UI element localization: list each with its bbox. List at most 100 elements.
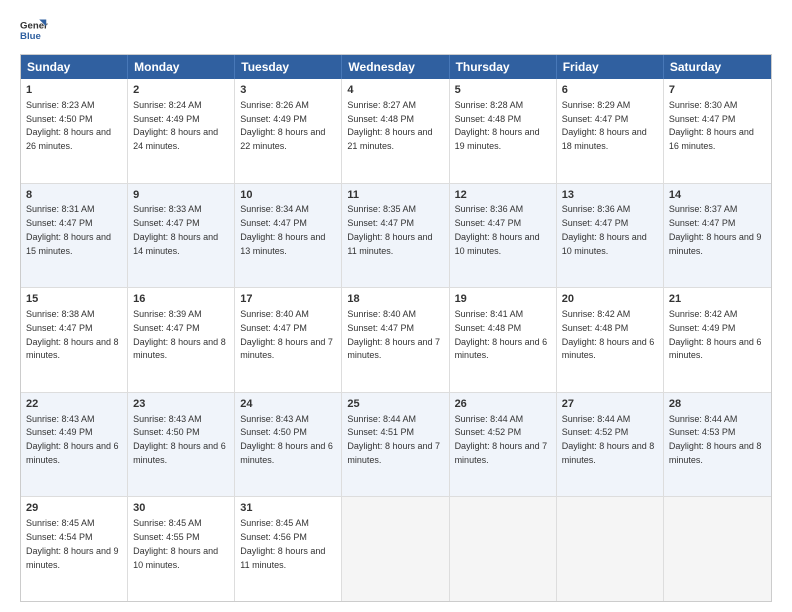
calendar-cell: 12Sunrise: 8:36 AMSunset: 4:47 PMDayligh… <box>450 184 557 288</box>
calendar-cell: 4 Sunrise: 8:27 AMSunset: 4:48 PMDaylight… <box>342 79 449 183</box>
day-number: 13 <box>562 188 658 203</box>
day-number: 2 <box>133 83 229 98</box>
cell-info: Sunrise: 8:35 AMSunset: 4:47 PMDaylight:… <box>347 204 432 255</box>
calendar-cell: 21Sunrise: 8:42 AMSunset: 4:49 PMDayligh… <box>664 288 771 392</box>
day-header: Friday <box>557 55 664 79</box>
cell-info: Sunrise: 8:45 AMSunset: 4:56 PMDaylight:… <box>240 518 325 569</box>
day-number: 26 <box>455 397 551 412</box>
cell-info: Sunrise: 8:28 AMSunset: 4:48 PMDaylight:… <box>455 100 540 151</box>
cell-info: Sunrise: 8:44 AMSunset: 4:53 PMDaylight:… <box>669 414 762 465</box>
cell-info: Sunrise: 8:38 AMSunset: 4:47 PMDaylight:… <box>26 309 119 360</box>
day-number: 14 <box>669 188 766 203</box>
day-number: 12 <box>455 188 551 203</box>
cell-info: Sunrise: 8:31 AMSunset: 4:47 PMDaylight:… <box>26 204 111 255</box>
cell-info: Sunrise: 8:40 AMSunset: 4:47 PMDaylight:… <box>347 309 440 360</box>
cell-info: Sunrise: 8:37 AMSunset: 4:47 PMDaylight:… <box>669 204 762 255</box>
calendar-cell: 14Sunrise: 8:37 AMSunset: 4:47 PMDayligh… <box>664 184 771 288</box>
day-number: 15 <box>26 292 122 307</box>
calendar-cell <box>664 497 771 601</box>
calendar-cell: 15 Sunrise: 8:38 AMSunset: 4:47 PMDayligh… <box>21 288 128 392</box>
calendar-row: 8Sunrise: 8:31 AMSunset: 4:47 PMDaylight… <box>21 183 771 288</box>
cell-info: Sunrise: 8:44 AMSunset: 4:52 PMDaylight:… <box>455 414 548 465</box>
logo: General Blue <box>20 16 48 44</box>
calendar-cell: 9Sunrise: 8:33 AMSunset: 4:47 PMDaylight… <box>128 184 235 288</box>
calendar-cell: 17Sunrise: 8:40 AMSunset: 4:47 PMDayligh… <box>235 288 342 392</box>
day-number: 20 <box>562 292 658 307</box>
calendar-cell: 16Sunrise: 8:39 AMSunset: 4:47 PMDayligh… <box>128 288 235 392</box>
calendar-cell <box>450 497 557 601</box>
cell-info: Sunrise: 8:29 AMSunset: 4:47 PMDaylight:… <box>562 100 647 151</box>
day-number: 4 <box>347 83 443 98</box>
day-number: 1 <box>26 83 122 98</box>
day-number: 28 <box>669 397 766 412</box>
calendar-cell: 29 Sunrise: 8:45 AMSunset: 4:54 PMDayligh… <box>21 497 128 601</box>
day-number: 5 <box>455 83 551 98</box>
cell-info: Sunrise: 8:44 AMSunset: 4:52 PMDaylight:… <box>562 414 655 465</box>
calendar-row: 29 Sunrise: 8:45 AMSunset: 4:54 PMDayligh… <box>21 496 771 601</box>
cell-info: Sunrise: 8:43 AMSunset: 4:50 PMDaylight:… <box>240 414 333 465</box>
cell-info: Sunrise: 8:45 AMSunset: 4:54 PMDaylight:… <box>26 518 119 569</box>
day-number: 30 <box>133 501 229 516</box>
calendar-cell: 13Sunrise: 8:36 AMSunset: 4:47 PMDayligh… <box>557 184 664 288</box>
cell-info: Sunrise: 8:24 AMSunset: 4:49 PMDaylight:… <box>133 100 218 151</box>
day-number: 3 <box>240 83 336 98</box>
day-header: Monday <box>128 55 235 79</box>
calendar-row: 22Sunrise: 8:43 AMSunset: 4:49 PMDayligh… <box>21 392 771 497</box>
calendar-cell: 3 Sunrise: 8:26 AMSunset: 4:49 PMDaylight… <box>235 79 342 183</box>
calendar-cell: 18 Sunrise: 8:40 AMSunset: 4:47 PMDayligh… <box>342 288 449 392</box>
cell-info: Sunrise: 8:40 AMSunset: 4:47 PMDaylight:… <box>240 309 333 360</box>
cell-info: Sunrise: 8:36 AMSunset: 4:47 PMDaylight:… <box>455 204 540 255</box>
calendar-body: 1 Sunrise: 8:23 AMSunset: 4:50 PMDaylight… <box>21 79 771 601</box>
day-header: Wednesday <box>342 55 449 79</box>
header: General Blue <box>20 16 772 44</box>
day-header: Saturday <box>664 55 771 79</box>
day-header: Thursday <box>450 55 557 79</box>
cell-info: Sunrise: 8:41 AMSunset: 4:48 PMDaylight:… <box>455 309 548 360</box>
calendar-cell: 25Sunrise: 8:44 AMSunset: 4:51 PMDayligh… <box>342 393 449 497</box>
day-header: Sunday <box>21 55 128 79</box>
day-number: 29 <box>26 501 122 516</box>
calendar-cell <box>342 497 449 601</box>
calendar-cell: 27Sunrise: 8:44 AMSunset: 4:52 PMDayligh… <box>557 393 664 497</box>
calendar-row: 15 Sunrise: 8:38 AMSunset: 4:47 PMDayligh… <box>21 287 771 392</box>
calendar-cell: 26 Sunrise: 8:44 AMSunset: 4:52 PMDayligh… <box>450 393 557 497</box>
calendar-cell: 2 Sunrise: 8:24 AMSunset: 4:49 PMDaylight… <box>128 79 235 183</box>
day-number: 9 <box>133 188 229 203</box>
cell-info: Sunrise: 8:42 AMSunset: 4:48 PMDaylight:… <box>562 309 655 360</box>
calendar-cell: 24 Sunrise: 8:43 AMSunset: 4:50 PMDayligh… <box>235 393 342 497</box>
day-number: 24 <box>240 397 336 412</box>
cell-info: Sunrise: 8:33 AMSunset: 4:47 PMDaylight:… <box>133 204 218 255</box>
calendar-cell <box>557 497 664 601</box>
cell-info: Sunrise: 8:30 AMSunset: 4:47 PMDaylight:… <box>669 100 754 151</box>
day-number: 10 <box>240 188 336 203</box>
cell-info: Sunrise: 8:36 AMSunset: 4:47 PMDaylight:… <box>562 204 647 255</box>
day-number: 8 <box>26 188 122 203</box>
calendar-cell: 23Sunrise: 8:43 AMSunset: 4:50 PMDayligh… <box>128 393 235 497</box>
calendar-cell: 31 Sunrise: 8:45 AMSunset: 4:56 PMDayligh… <box>235 497 342 601</box>
calendar-cell: 5 Sunrise: 8:28 AMSunset: 4:48 PMDaylight… <box>450 79 557 183</box>
day-header: Tuesday <box>235 55 342 79</box>
day-number: 31 <box>240 501 336 516</box>
cell-info: Sunrise: 8:43 AMSunset: 4:49 PMDaylight:… <box>26 414 119 465</box>
cell-info: Sunrise: 8:23 AMSunset: 4:50 PMDaylight:… <box>26 100 111 151</box>
cell-info: Sunrise: 8:44 AMSunset: 4:51 PMDaylight:… <box>347 414 440 465</box>
calendar-cell: 28 Sunrise: 8:44 AMSunset: 4:53 PMDayligh… <box>664 393 771 497</box>
logo-icon: General Blue <box>20 16 48 44</box>
calendar-cell: 11Sunrise: 8:35 AMSunset: 4:47 PMDayligh… <box>342 184 449 288</box>
day-number: 18 <box>347 292 443 307</box>
cell-info: Sunrise: 8:27 AMSunset: 4:48 PMDaylight:… <box>347 100 432 151</box>
day-number: 16 <box>133 292 229 307</box>
svg-text:Blue: Blue <box>20 31 41 42</box>
calendar: SundayMondayTuesdayWednesdayThursdayFrid… <box>20 54 772 602</box>
calendar-cell: 22Sunrise: 8:43 AMSunset: 4:49 PMDayligh… <box>21 393 128 497</box>
cell-info: Sunrise: 8:45 AMSunset: 4:55 PMDaylight:… <box>133 518 218 569</box>
cell-info: Sunrise: 8:26 AMSunset: 4:49 PMDaylight:… <box>240 100 325 151</box>
cell-info: Sunrise: 8:34 AMSunset: 4:47 PMDaylight:… <box>240 204 325 255</box>
calendar-header: SundayMondayTuesdayWednesdayThursdayFrid… <box>21 55 771 79</box>
cell-info: Sunrise: 8:43 AMSunset: 4:50 PMDaylight:… <box>133 414 226 465</box>
calendar-cell: 10Sunrise: 8:34 AMSunset: 4:47 PMDayligh… <box>235 184 342 288</box>
page: General Blue SundayMondayTuesdayWednesda… <box>0 0 792 612</box>
cell-info: Sunrise: 8:42 AMSunset: 4:49 PMDaylight:… <box>669 309 762 360</box>
day-number: 19 <box>455 292 551 307</box>
calendar-cell: 7Sunrise: 8:30 AMSunset: 4:47 PMDaylight… <box>664 79 771 183</box>
